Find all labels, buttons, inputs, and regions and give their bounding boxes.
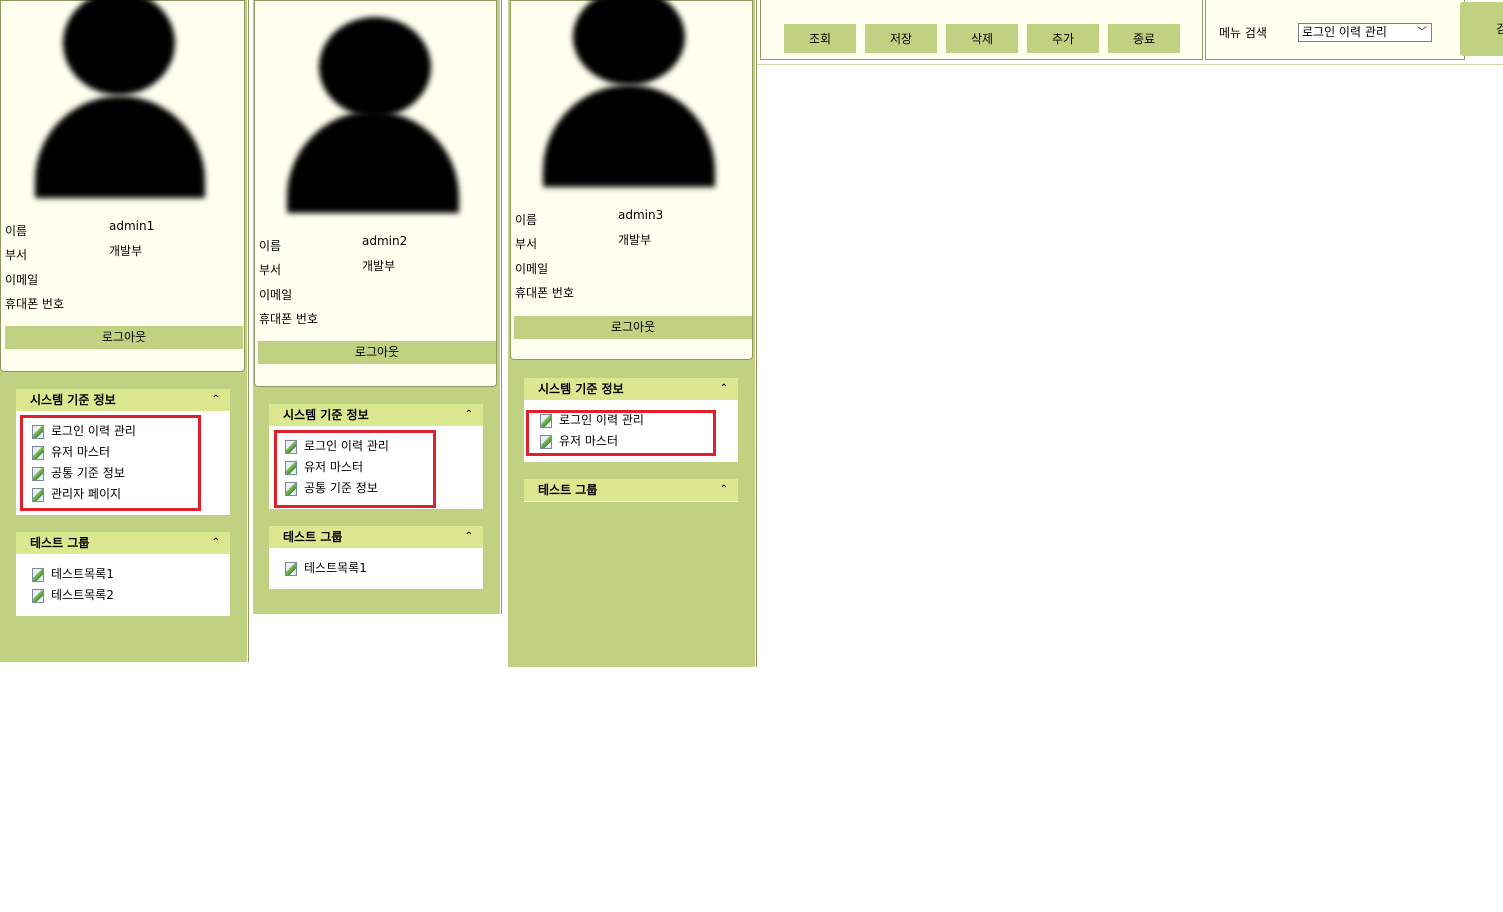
exit-button[interactable]: 종료 xyxy=(1108,24,1180,53)
panel-divider xyxy=(501,0,502,614)
action-toolbar: 조회 저장 삭제 추가 종료 xyxy=(760,0,1203,60)
logout-button[interactable]: 로그아웃 xyxy=(258,341,496,364)
panel-divider xyxy=(248,0,249,662)
dept-label: 부서 xyxy=(259,263,282,277)
menu-group-header[interactable]: 시스템 기준 정보 ⌃ xyxy=(269,404,483,426)
search-button[interactable]: 조회 xyxy=(784,24,856,53)
menu-item-test-list-1[interactable]: 테스트목록1 xyxy=(285,559,367,577)
double-chevron-up-icon[interactable]: ⌃ xyxy=(465,404,473,426)
menu-group-header[interactable]: 시스템 기준 정보 ⌃ xyxy=(16,389,230,411)
sidebar-panel-admin2: 이름 admin2 부서 개발부 이메일 휴대폰 번호 로그아웃 시스템 기준 … xyxy=(253,0,500,614)
menu-group-title: 시스템 기준 정보 xyxy=(30,393,116,407)
panel-divider xyxy=(756,0,757,667)
email-label: 이메일 xyxy=(515,262,549,276)
menu-search-area: 메뉴 검색 로그인 이력 관리 ﹀ xyxy=(1205,0,1465,60)
menu-group-test: 테스트 그룹 ⌃ 테스트목록1 테스트목록2 xyxy=(16,532,230,616)
phone-label: 휴대폰 번호 xyxy=(5,297,65,311)
menu-group-header[interactable]: 테스트 그룹 ⌃ xyxy=(16,532,230,554)
menu-group-header[interactable]: 테스트 그룹 ⌃ xyxy=(269,526,483,548)
name-value: admin2 xyxy=(362,234,408,248)
avatar-icon xyxy=(285,13,465,218)
name-label: 이름 xyxy=(5,224,28,238)
toolbar-divider xyxy=(757,64,1503,65)
menu-group-header[interactable]: 테스트 그룹 ⌃ xyxy=(524,479,738,501)
add-button[interactable]: 추가 xyxy=(1027,24,1099,53)
highlight-box xyxy=(274,430,436,508)
menu-group-title: 시스템 기준 정보 xyxy=(538,382,624,396)
sidebar-panel-admin3: 이름 admin3 부서 개발부 이메일 휴대폰 번호 로그아웃 시스템 기준 … xyxy=(508,0,755,667)
menu-item-test-list-2[interactable]: 테스트목록2 xyxy=(32,586,114,604)
double-chevron-up-icon[interactable]: ⌃ xyxy=(720,378,728,400)
menu-group-header[interactable]: 시스템 기준 정보 ⌃ xyxy=(524,378,738,400)
user-profile-card: 이름 admin3 부서 개발부 이메일 휴대폰 번호 로그아웃 xyxy=(510,0,753,360)
menu-group-test: 테스트 그룹 ⌃ xyxy=(524,479,738,502)
logout-button[interactable]: 로그아웃 xyxy=(514,316,752,339)
menu-group-test: 테스트 그룹 ⌃ 테스트목록1 xyxy=(269,526,483,589)
menu-group-title: 테스트 그룹 xyxy=(538,483,598,497)
menu-search-selected: 로그인 이력 관리 xyxy=(1302,25,1387,39)
chevron-down-icon[interactable]: ﹀ xyxy=(1417,24,1427,41)
menu-group-title: 테스트 그룹 xyxy=(283,530,343,544)
name-value: admin1 xyxy=(109,219,155,233)
user-profile-card: 이름 admin2 부서 개발부 이메일 휴대폰 번호 로그아웃 xyxy=(254,0,497,387)
user-profile-card: 이름 admin1 부서 개발부 이메일 휴대폰 번호 로그아웃 xyxy=(0,0,245,372)
double-chevron-up-icon[interactable]: ⌃ xyxy=(720,479,728,501)
highlight-box xyxy=(526,410,716,456)
menu-search-label: 메뉴 검색 xyxy=(1219,26,1267,40)
dept-value: 개발부 xyxy=(362,259,396,273)
document-icon xyxy=(32,567,44,582)
email-label: 이메일 xyxy=(259,288,293,302)
highlight-box xyxy=(20,415,201,511)
avatar-icon xyxy=(31,0,211,201)
email-label: 이메일 xyxy=(5,273,39,287)
document-icon xyxy=(32,588,44,603)
double-chevron-up-icon[interactable]: ⌃ xyxy=(465,526,473,548)
sidebar-panel-admin1: 이름 admin1 부서 개발부 이메일 휴대폰 번호 로그아웃 시스템 기준 … xyxy=(0,0,247,662)
dept-label: 부서 xyxy=(5,248,28,262)
name-label: 이름 xyxy=(259,239,282,253)
menu-group-title: 시스템 기준 정보 xyxy=(283,408,369,422)
dept-value: 개발부 xyxy=(109,244,143,258)
double-chevron-up-icon[interactable]: ⌃ xyxy=(212,532,220,554)
double-chevron-up-icon[interactable]: ⌃ xyxy=(212,389,220,411)
dept-label: 부서 xyxy=(515,237,538,251)
menu-search-select[interactable]: 로그인 이력 관리 ﹀ xyxy=(1298,23,1432,42)
dept-value: 개발부 xyxy=(618,233,652,247)
delete-button[interactable]: 삭제 xyxy=(946,24,1018,53)
logout-button[interactable]: 로그아웃 xyxy=(5,326,243,349)
document-icon xyxy=(285,561,297,576)
phone-label: 휴대폰 번호 xyxy=(259,312,319,326)
menu-group-title: 테스트 그룹 xyxy=(30,536,90,550)
save-button[interactable]: 저장 xyxy=(865,24,937,53)
name-value: admin3 xyxy=(618,208,664,222)
partial-right-button[interactable]: 검 xyxy=(1460,2,1503,56)
avatar-icon xyxy=(539,0,719,196)
phone-label: 휴대폰 번호 xyxy=(515,286,575,300)
menu-item-test-list-1[interactable]: 테스트목록1 xyxy=(32,565,114,583)
name-label: 이름 xyxy=(515,213,538,227)
